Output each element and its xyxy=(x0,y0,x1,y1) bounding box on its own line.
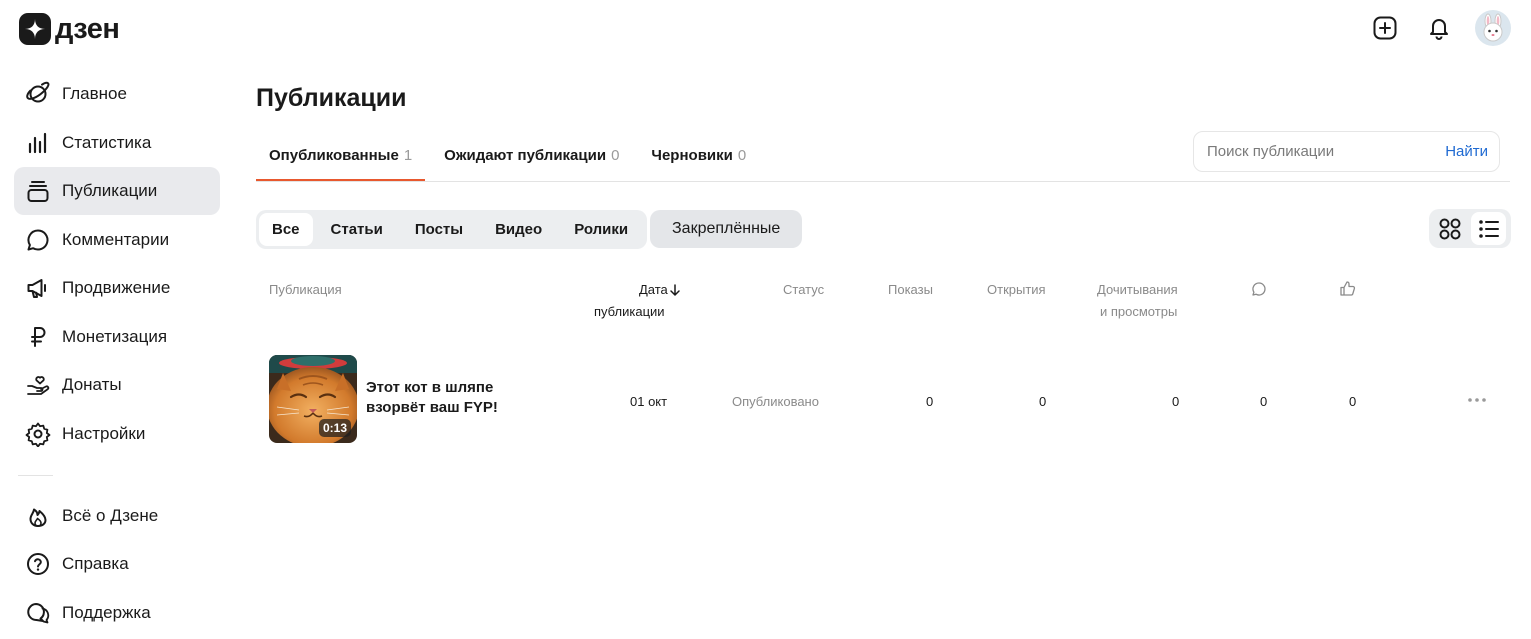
help-icon xyxy=(24,550,52,578)
dzen-logo-icon xyxy=(19,13,51,45)
sidebar-item-label: Поддержка xyxy=(62,602,151,622)
publication-tabs: Опубликованные 1 Ожидают публикации 0 Че… xyxy=(256,128,765,182)
sidebar-item-help[interactable]: Справка xyxy=(14,540,220,588)
sidebar-item-support[interactable]: Поддержка xyxy=(14,589,220,637)
like-icon xyxy=(1340,281,1356,296)
sidebar-item-monetization[interactable]: Монетизация xyxy=(14,313,220,361)
cell-views: 0 xyxy=(926,394,934,409)
tab-published[interactable]: Опубликованные 1 xyxy=(256,128,426,182)
logo-text: дзен xyxy=(55,12,120,45)
bell-icon xyxy=(1430,19,1448,40)
tabs-divider xyxy=(256,181,1510,182)
video-duration-badge: 0:13 xyxy=(318,419,351,437)
list-view-icon xyxy=(1478,219,1499,238)
column-header-publication: Публикация xyxy=(269,282,342,297)
search-button[interactable]: Найти xyxy=(1445,143,1488,160)
sidebar-item-label: Публикации xyxy=(62,181,158,200)
filter-shorts[interactable]: Ролики xyxy=(558,213,644,246)
search-box: Найти xyxy=(1193,131,1500,172)
sidebar-item-label: Комментарии xyxy=(62,229,170,249)
bar-chart-icon xyxy=(24,129,52,157)
tab-label: Черновики xyxy=(651,146,733,164)
column-header-likes xyxy=(1339,280,1356,302)
page-title: Публикации xyxy=(256,84,407,112)
view-toggle xyxy=(1429,209,1511,248)
support-chat-icon xyxy=(24,599,52,627)
megaphone-icon xyxy=(24,274,52,302)
sidebar-item-label: Всё о Дзене xyxy=(62,505,159,525)
tab-count: 0 xyxy=(611,146,620,164)
filter-posts[interactable]: Посты xyxy=(399,213,479,246)
header-actions xyxy=(1365,8,1511,48)
column-header-date: Дата xyxy=(639,282,668,297)
column-header-date-sort[interactable]: Дата xyxy=(639,279,681,301)
filter-all[interactable]: Все xyxy=(259,213,313,246)
dzen-logo[interactable]: дзен xyxy=(19,12,120,45)
sidebar-item-statistics[interactable]: Статистика xyxy=(14,119,220,167)
sidebar-item-label: Настройки xyxy=(62,423,146,443)
cell-date: 01 окт xyxy=(630,394,668,409)
search-input[interactable] xyxy=(1207,143,1446,160)
sidebar-item-label: Монетизация xyxy=(62,326,168,346)
publications-icon xyxy=(24,177,52,205)
ruble-icon xyxy=(24,323,52,351)
avatar[interactable] xyxy=(1475,10,1511,46)
add-button[interactable] xyxy=(1365,8,1405,48)
publication-thumbnail[interactable]: 0:13 xyxy=(269,355,357,443)
sidebar-item-label: Продвижение xyxy=(62,278,171,297)
row-more-button[interactable] xyxy=(1464,390,1490,410)
grid-view-icon xyxy=(1439,218,1460,239)
column-header-views: Показы xyxy=(888,282,933,297)
tab-drafts[interactable]: Черновики 0 xyxy=(638,128,759,182)
sidebar-item-donations[interactable]: Донаты xyxy=(14,361,220,409)
column-header-reads: Дочитывания xyxy=(1097,282,1178,297)
grid-view-button[interactable] xyxy=(1432,212,1467,245)
list-view-button[interactable] xyxy=(1471,212,1506,245)
tab-count: 1 xyxy=(403,146,413,164)
sidebar-item-label: Справка xyxy=(62,554,129,573)
avatar-rabbit-icon xyxy=(1483,13,1503,42)
sidebar-item-publications[interactable]: Публикации xyxy=(14,167,220,215)
notifications-button[interactable] xyxy=(1419,8,1459,48)
tab-count: 0 xyxy=(737,146,747,164)
sidebar-item-about-dzen[interactable]: Всё о Дзене xyxy=(14,492,220,540)
sidebar-item-settings[interactable]: Настройки xyxy=(14,410,220,458)
tab-label: Опубликованные xyxy=(269,146,399,164)
planet-icon xyxy=(24,80,52,108)
sidebar-divider xyxy=(18,474,53,476)
flame-icon xyxy=(24,502,52,530)
cell-opens: 0 xyxy=(1039,394,1047,409)
cell-status: Опубликовано xyxy=(732,394,819,409)
add-icon xyxy=(1373,16,1397,40)
column-header-date-line2: публикации xyxy=(594,304,665,319)
tab-label: Ожидают публикации xyxy=(444,146,607,164)
comment-icon xyxy=(1252,282,1266,296)
sidebar-item-label: Статистика xyxy=(62,132,152,152)
cell-reads: 0 xyxy=(1172,394,1180,409)
sidebar-item-label: Главное xyxy=(62,84,127,103)
donate-heart-icon xyxy=(24,371,52,399)
pinned-filter-button[interactable]: Закреплённые xyxy=(650,210,803,248)
column-header-opens: Открытия xyxy=(987,282,1046,297)
sidebar-item-comments[interactable]: Комментарии xyxy=(14,216,220,264)
cell-likes: 0 xyxy=(1349,394,1357,409)
column-header-reads-line2: и просмотры xyxy=(1100,304,1178,319)
content-type-filter: Все Статьи Посты Видео Ролики xyxy=(256,210,648,249)
column-header-comments xyxy=(1251,281,1267,302)
column-header-status: Статус xyxy=(783,282,825,297)
sidebar-item-label: Донаты xyxy=(62,375,122,394)
sidebar-item-promotion[interactable]: Продвижение xyxy=(14,264,220,312)
gear-icon xyxy=(24,420,52,448)
comment-icon xyxy=(24,226,52,254)
filter-articles[interactable]: Статьи xyxy=(315,213,399,246)
sort-down-icon xyxy=(670,283,680,296)
sidebar-item-main[interactable]: Главное xyxy=(14,70,220,118)
publication-title[interactable]: Этот кот в шляпе взорвёт ваш FYP! xyxy=(366,378,516,418)
more-dots-icon xyxy=(1468,398,1486,402)
filter-videos[interactable]: Видео xyxy=(479,213,558,246)
tab-scheduled[interactable]: Ожидают публикации 0 xyxy=(431,128,632,182)
cell-comments: 0 xyxy=(1260,394,1268,409)
sidebar: Главное Статистика Публикации Комментари… xyxy=(14,70,220,637)
